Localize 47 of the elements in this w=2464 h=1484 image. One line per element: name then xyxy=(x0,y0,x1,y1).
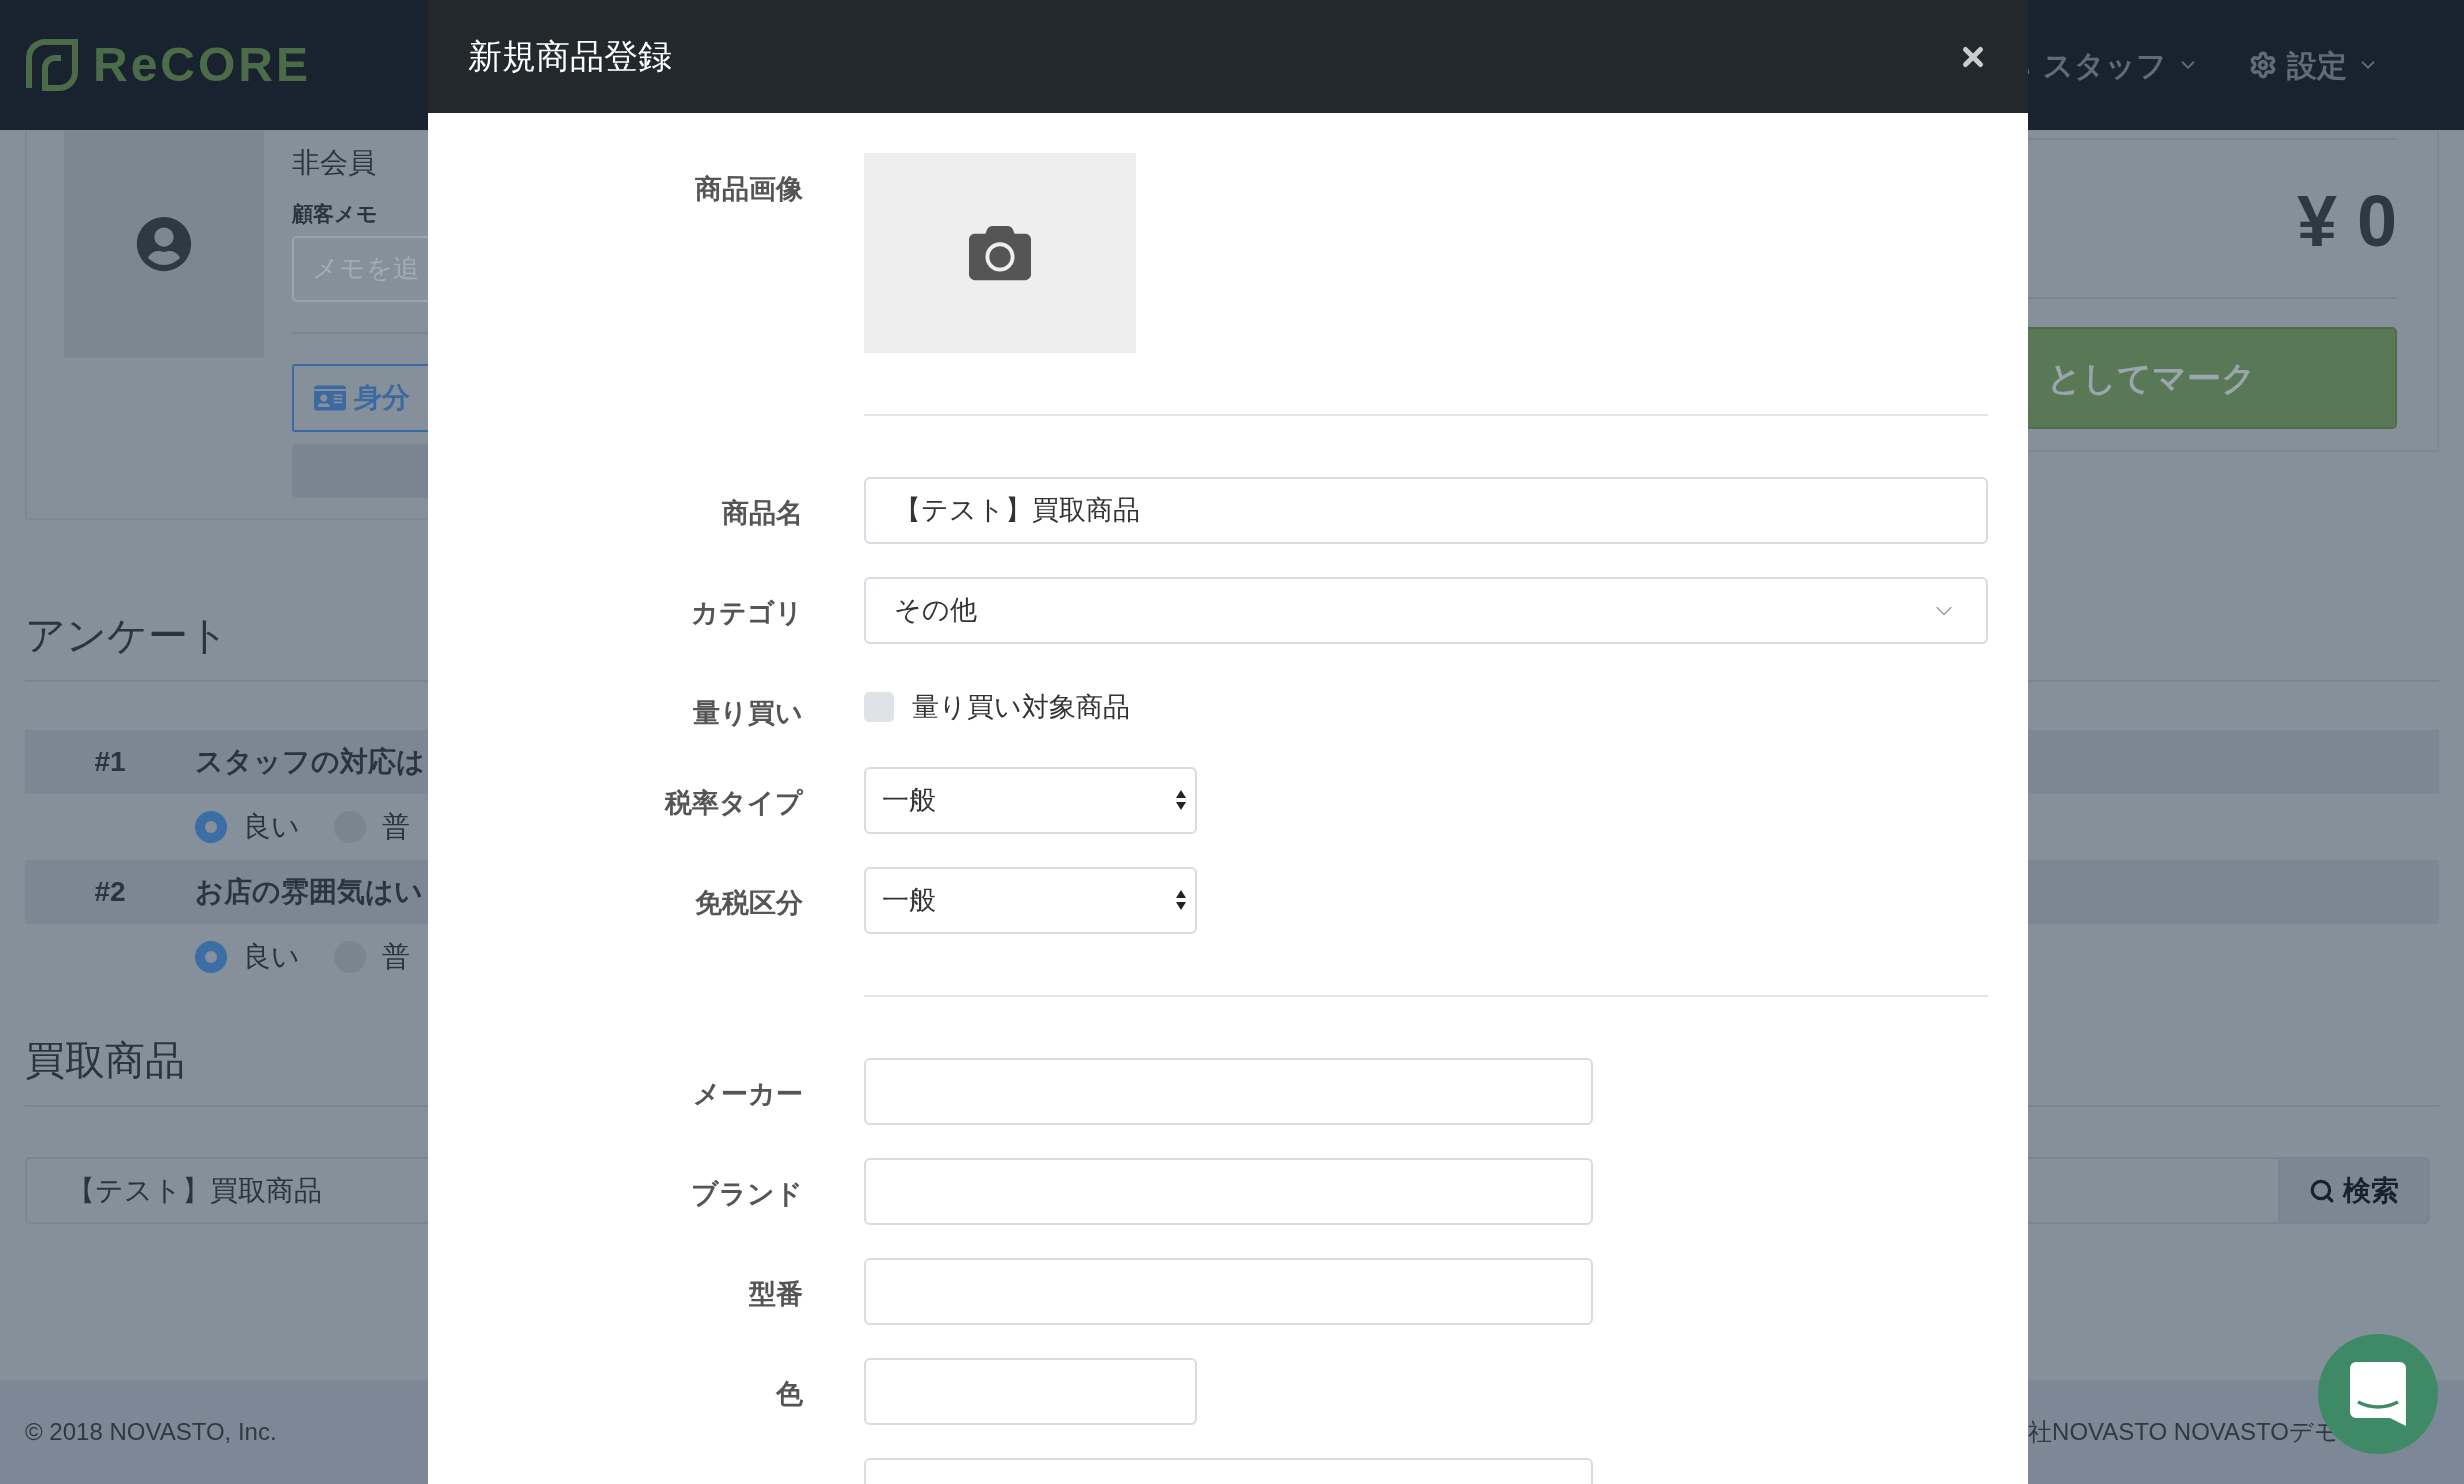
text-field[interactable] xyxy=(864,1257,1593,1325)
member-status: 非会員 xyxy=(292,146,377,180)
settings-icon xyxy=(2249,51,2277,79)
field-label: ブランド xyxy=(691,1177,803,1211)
text-field[interactable]: 【テスト】買取商品 xyxy=(864,477,1988,544)
field-label: メーカー xyxy=(693,1077,803,1111)
image-upload-area[interactable] xyxy=(864,153,1136,353)
checkbox-label: 量り買い対象商品 xyxy=(912,690,1130,724)
section-title: アンケート xyxy=(25,615,230,655)
field-label: 型番 xyxy=(749,1277,803,1311)
radio-label: 普 xyxy=(382,940,410,974)
question-number: #2 xyxy=(93,875,127,909)
field-label: 免税区分 xyxy=(695,886,803,920)
search-button[interactable]: 検索 xyxy=(2280,1157,2430,1224)
category-select[interactable]: その他 xyxy=(864,577,1988,644)
avatar-icon xyxy=(136,216,192,272)
chat-bubble-icon xyxy=(2350,1362,2406,1426)
radio-label: 普 xyxy=(382,810,410,844)
text-field[interactable] xyxy=(864,1057,1593,1125)
logo-text: ReCORE xyxy=(93,37,312,93)
total-amount: ¥ 0 xyxy=(2296,185,2397,257)
search-icon xyxy=(2309,1177,2335,1204)
field-label: カテゴリ xyxy=(691,597,803,630)
radio-label: 良い xyxy=(243,810,300,844)
field-label: 色 xyxy=(776,1377,803,1411)
radio-button[interactable] xyxy=(195,811,227,843)
field-label: 量り買い xyxy=(693,697,803,730)
leaf-logo-icon xyxy=(25,38,79,92)
radio-button[interactable] xyxy=(195,941,227,973)
copyright-text: © 2018 NOVASTO, Inc. xyxy=(25,1417,277,1447)
field-label: 商品画像 xyxy=(695,173,803,206)
text-field[interactable] xyxy=(864,1357,1197,1425)
select-field[interactable]: 一般 xyxy=(864,766,1197,834)
checkbox[interactable] xyxy=(864,692,894,722)
up-down-arrows-icon xyxy=(1175,788,1187,812)
question-text: お店の雰囲気はい xyxy=(195,875,423,909)
field-label: 税率タイプ xyxy=(665,786,803,820)
question-text: スタッフの対応は xyxy=(195,745,425,779)
up-down-arrows-icon xyxy=(1175,888,1187,912)
radio-label: 良い xyxy=(243,940,300,974)
select-field[interactable]: 一般 xyxy=(864,866,1197,934)
modal-title: 新規商品登録 xyxy=(468,36,672,77)
question-number: #1 xyxy=(93,745,127,779)
memo-label: 顧客メモ xyxy=(292,201,379,227)
section-title: 買取商品 xyxy=(25,1040,186,1080)
text-field[interactable] xyxy=(864,1157,1593,1225)
field-label: 商品名 xyxy=(722,497,803,530)
